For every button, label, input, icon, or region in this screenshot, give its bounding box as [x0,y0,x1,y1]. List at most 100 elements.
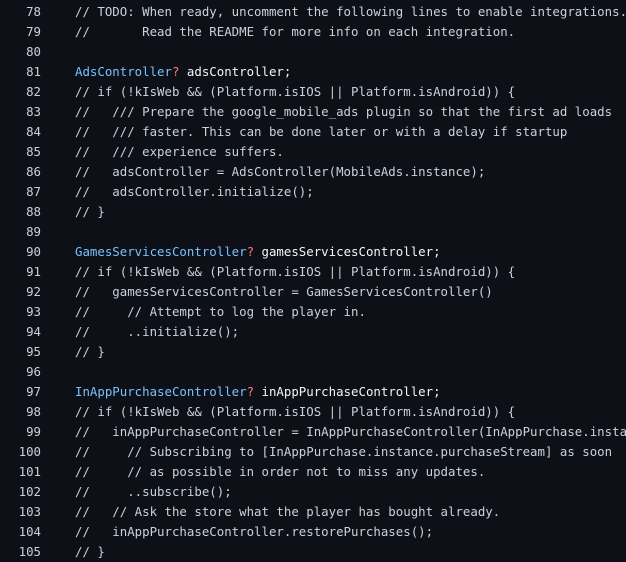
line-number[interactable]: 97 [0,382,41,402]
code-token: // inAppPurchaseController = InAppPurcha… [75,424,626,439]
code-line: 96 [0,362,626,382]
line-number[interactable]: 83 [0,102,41,122]
code-line: 91 // if (!kIsWeb && (Platform.isIOS || P… [0,262,626,282]
line-code: // // Subscribing to [InAppPurchase.inst… [75,442,626,462]
line-code: // // as possible in order not to miss a… [75,462,626,482]
code-line: 88 // } [0,202,626,222]
line-number[interactable]: 82 [0,82,41,102]
code-token: // if (!kIsWeb && (Platform.isIOS || Pla… [75,404,516,419]
code-line: 92 // gamesServicesController = GamesServ… [0,282,626,302]
code-line: 99 // inAppPurchaseController = InAppPurc… [0,422,626,442]
code-line: 101 // // as possible in order not to mis… [0,462,626,482]
code-token: // inAppPurchaseController.restorePurcha… [75,524,434,539]
line-number[interactable]: 79 [0,22,41,42]
code-line: 87 // adsController.initialize(); [0,182,626,202]
code-token: gamesServicesController; [254,244,441,259]
code-line: 100 // // Subscribing to [InAppPurchase.i… [0,442,626,462]
line-code: // /// Prepare the google_mobile_ads plu… [75,102,626,122]
code-line: 94 // ..initialize(); [0,322,626,342]
code-token: // // Subscribing to [InAppPurchase.inst… [75,444,613,459]
code-line: 80 [0,42,626,62]
code-token: ? [246,244,255,259]
line-number[interactable]: 102 [0,482,41,502]
code-token: // } [75,344,105,359]
code-line: 104 // inAppPurchaseController.restorePur… [0,522,626,542]
line-code: // adsController.initialize(); [75,182,626,202]
code-line: 102 // ..subscribe(); [0,482,626,502]
line-number[interactable]: 100 [0,442,41,462]
line-number[interactable]: 104 [0,522,41,542]
line-number[interactable]: 90 [0,242,41,262]
code-line: 85 // /// experience suffers. [0,142,626,162]
line-code: // // Ask the store what the player has … [75,502,626,522]
line-number[interactable]: 91 [0,262,41,282]
line-code: // /// faster. This can be done later or… [75,122,626,142]
code-token: // // Attempt to log the player in. [75,304,366,319]
code-token: ? [246,384,255,399]
line-code: // } [75,542,626,562]
code-line: 103 // // Ask the store what the player h… [0,502,626,522]
code-line: 79 // Read the README for more info on ea… [0,22,626,42]
line-number[interactable]: 103 [0,502,41,522]
code-token: // /// faster. This can be done later or… [75,124,568,139]
code-token: // if (!kIsWeb && (Platform.isIOS || Pla… [75,264,516,279]
line-code: // if (!kIsWeb && (Platform.isIOS || Pla… [75,402,626,422]
code-token: // TODO: When ready, uncomment the follo… [75,4,626,19]
line-number[interactable]: 84 [0,122,41,142]
line-code: // ..subscribe(); [75,482,626,502]
line-number[interactable]: 94 [0,322,41,342]
code-token: // } [75,544,105,559]
code-token: adsController; [179,64,292,79]
line-code: InAppPurchaseController? inAppPurchaseCo… [75,382,626,402]
line-number[interactable]: 96 [0,362,41,382]
line-number[interactable]: 87 [0,182,41,202]
line-number[interactable]: 101 [0,462,41,482]
line-number[interactable]: 88 [0,202,41,222]
line-number[interactable]: 81 [0,62,41,82]
code-line: 97 InAppPurchaseController? inAppPurchase… [0,382,626,402]
line-code: // if (!kIsWeb && (Platform.isIOS || Pla… [75,82,626,102]
line-number[interactable]: 98 [0,402,41,422]
code-token: AdsController [75,64,172,79]
code-line: 81 AdsController? adsController; [0,62,626,82]
line-number[interactable]: 95 [0,342,41,362]
code-token: // ..subscribe(); [75,484,232,499]
line-number[interactable]: 99 [0,422,41,442]
code-line: 83 // /// Prepare the google_mobile_ads p… [0,102,626,122]
line-code: AdsController? adsController; [75,62,626,82]
line-number[interactable]: 105 [0,542,41,562]
code-line: 98 // if (!kIsWeb && (Platform.isIOS || P… [0,402,626,422]
line-code: // Read the README for more info on each… [75,22,626,42]
line-number[interactable]: 78 [0,2,41,22]
line-code: // inAppPurchaseController.restorePurcha… [75,522,626,542]
code-view: 78 // TODO: When ready, uncomment the fol… [0,0,626,562]
code-token: // if (!kIsWeb && (Platform.isIOS || Pla… [75,84,516,99]
line-number[interactable]: 92 [0,282,41,302]
code-line: 93 // // Attempt to log the player in. [0,302,626,322]
line-code: // adsController = AdsController(MobileA… [75,162,626,182]
line-code: GamesServicesController? gamesServicesCo… [75,242,626,262]
code-line: 78 // TODO: When ready, uncomment the fol… [0,2,626,22]
line-code: // ..initialize(); [75,322,626,342]
line-number[interactable]: 86 [0,162,41,182]
code-line: 84 // /// faster. This can be done later … [0,122,626,142]
code-line: 82 // if (!kIsWeb && (Platform.isIOS || P… [0,82,626,102]
code-line: 105 // } [0,542,626,562]
code-line: 95 // } [0,342,626,362]
line-code: // /// experience suffers. [75,142,626,162]
code-line: 89 [0,222,626,242]
code-token: // /// experience suffers. [75,144,284,159]
line-number[interactable]: 80 [0,42,41,62]
line-number[interactable]: 89 [0,222,41,242]
code-line: 90 GamesServicesController? gamesServices… [0,242,626,262]
line-number[interactable]: 93 [0,302,41,322]
code-token: GamesServicesController [75,244,247,259]
line-code: // inAppPurchaseController = InAppPurcha… [75,422,626,442]
code-token: // // as possible in order not to miss a… [75,464,486,479]
code-token: // // Ask the store what the player has … [75,504,501,519]
code-token: // Read the README for more info on each… [75,24,516,39]
line-code: // gamesServicesController = GamesServic… [75,282,626,302]
line-number[interactable]: 85 [0,142,41,162]
code-token: inAppPurchaseController; [254,384,441,399]
code-token: // ..initialize(); [75,324,240,339]
